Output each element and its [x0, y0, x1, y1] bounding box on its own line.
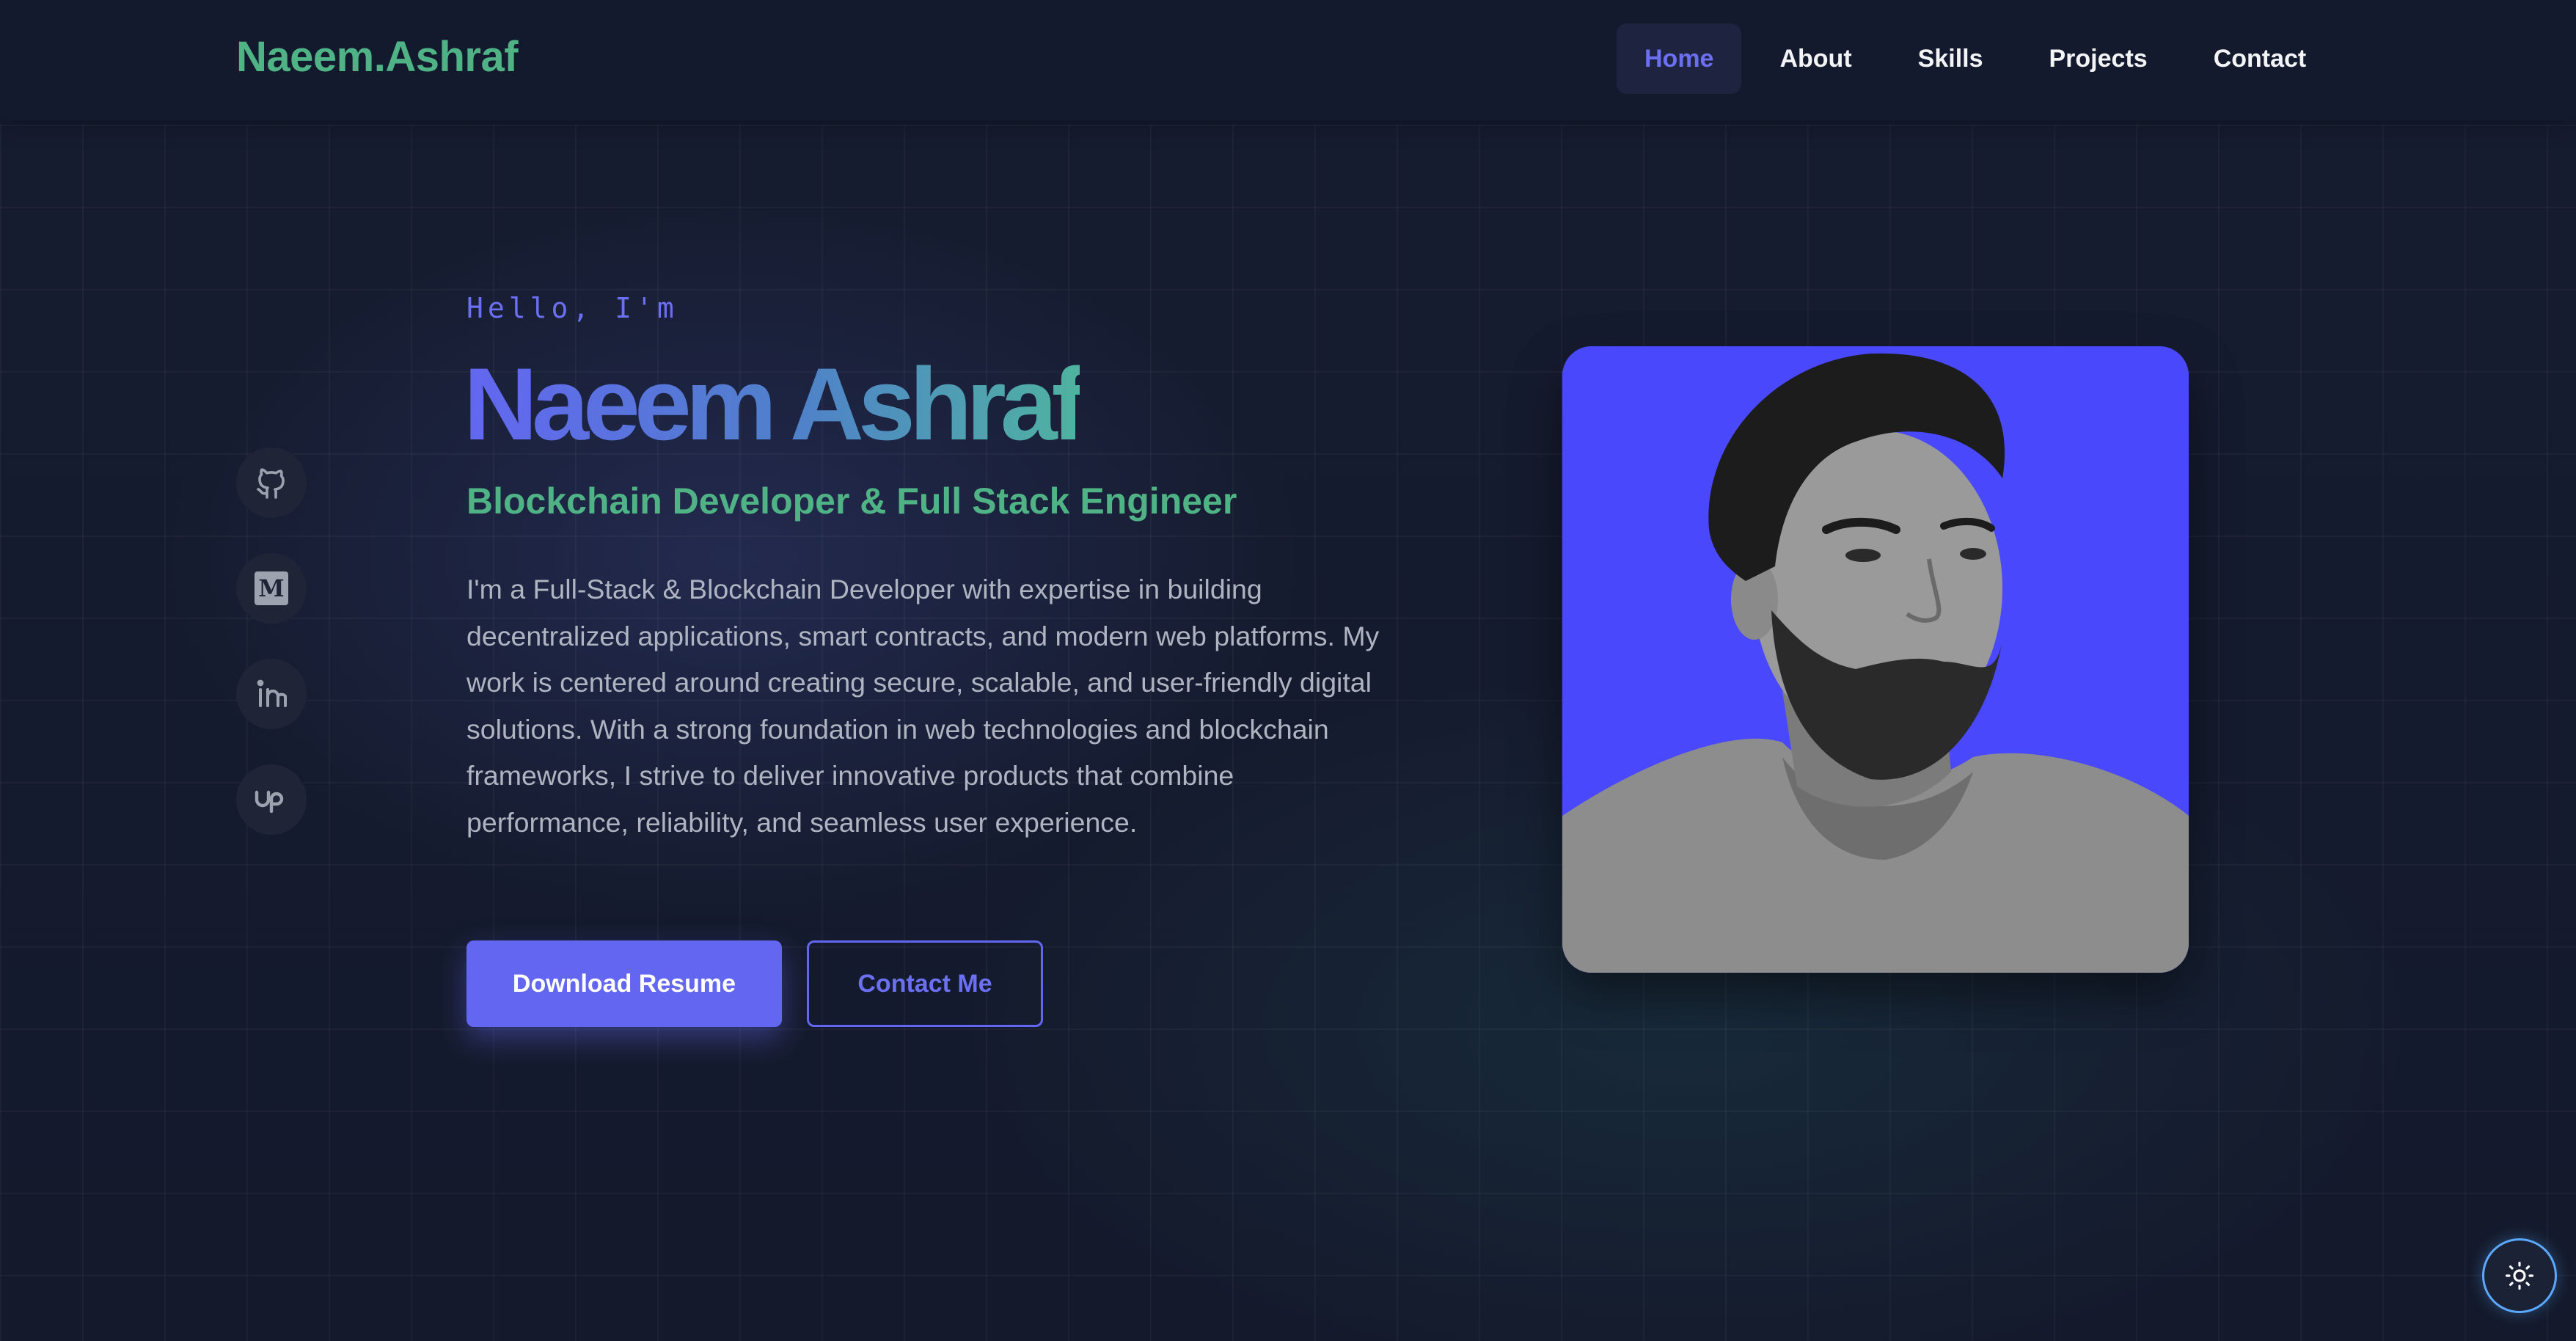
nav-item-home[interactable]: Home	[1617, 23, 1742, 94]
hero-name: Naeem Ashraf	[464, 345, 1086, 464]
profile-photo	[1562, 346, 2189, 973]
profile-photo-illustration	[1562, 346, 2189, 973]
nav-item-contact[interactable]: Contact	[2186, 23, 2335, 94]
nav-item-skills[interactable]: Skills	[1890, 23, 2011, 94]
hero-description: I'm a Full-Stack & Blockchain Developer …	[466, 574, 1380, 838]
hero-greeting: Hello, I'm	[466, 292, 678, 324]
github-link[interactable]	[236, 447, 307, 518]
contact-me-button[interactable]: Contact Me	[807, 940, 1043, 1027]
medium-icon: M	[255, 571, 288, 605]
site-logo[interactable]: Naeem.Ashraf	[236, 32, 519, 81]
main-nav: Home About Skills Projects Contact	[1617, 23, 2344, 94]
github-icon	[257, 468, 285, 499]
theme-toggle-button[interactable]	[2482, 1238, 2557, 1313]
social-links: M	[236, 447, 307, 870]
linkedin-link[interactable]	[236, 659, 307, 729]
nav-item-projects[interactable]: Projects	[2021, 23, 2176, 94]
nav-item-about[interactable]: About	[1752, 23, 1879, 94]
upwork-link[interactable]	[236, 764, 307, 835]
navbar: Naeem.Ashraf Home About Skills Projects …	[0, 0, 2576, 120]
upwork-icon	[255, 790, 284, 814]
medium-link[interactable]: M	[236, 553, 307, 624]
download-resume-button[interactable]: Download Resume	[466, 940, 782, 1027]
hero-role: Blockchain Developer & Full Stack Engine…	[466, 481, 1237, 522]
sun-icon	[2505, 1261, 2534, 1290]
linkedin-icon	[257, 679, 287, 707]
